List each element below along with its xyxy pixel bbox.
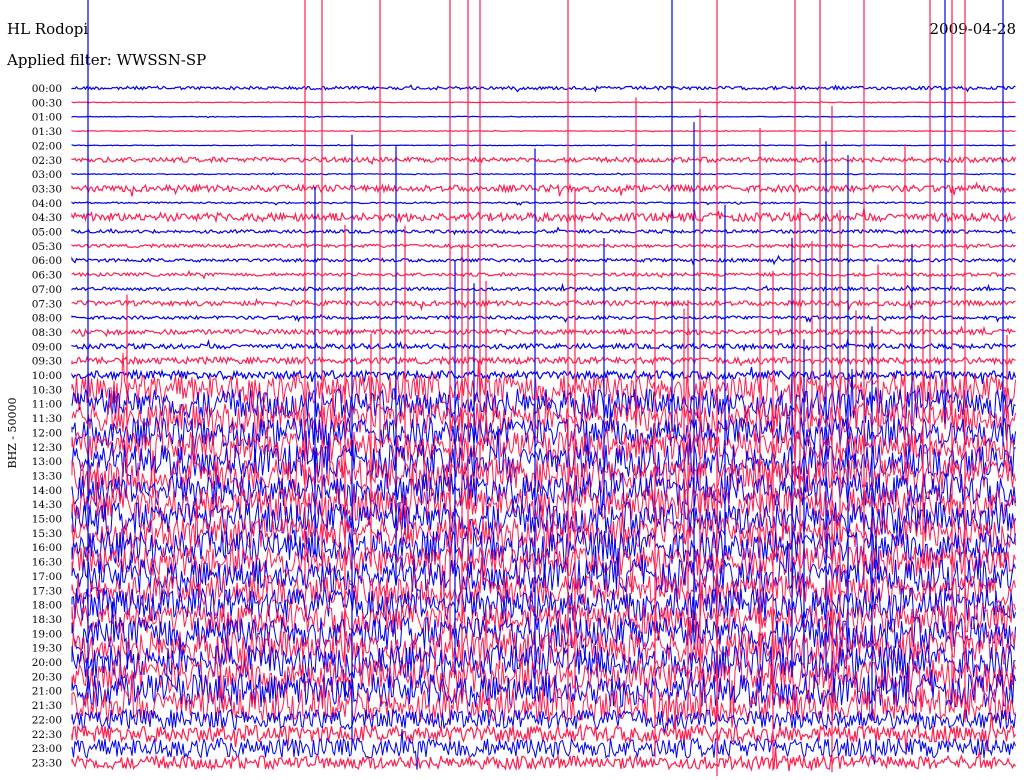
time-tick-label: 00:30 [32, 97, 62, 109]
time-tick-label: 06:00 [32, 255, 62, 267]
time-tick-label: 20:30 [32, 671, 62, 683]
time-tick-label: 23:00 [32, 743, 62, 755]
time-tick-label: 15:30 [32, 528, 62, 540]
time-tick-label: 11:30 [32, 413, 62, 425]
time-tick-label: 03:30 [32, 183, 62, 195]
trace-row [71, 355, 1016, 367]
time-tick-label: 02:30 [32, 155, 62, 167]
seismic-traces [71, 84, 1017, 772]
time-tick-label: 13:30 [32, 470, 62, 482]
trace-row [71, 269, 1016, 280]
trace-row [71, 746, 1016, 772]
trace-row [71, 129, 1016, 133]
time-tick-label: 19:00 [32, 628, 62, 640]
time-tick-label: 21:30 [32, 700, 62, 712]
trace-row [71, 201, 1016, 206]
time-tick-label: 09:00 [32, 341, 62, 353]
time-tick-label: 20:00 [32, 657, 62, 669]
trace-row [71, 181, 1016, 197]
time-tick-label: 19:30 [32, 643, 62, 655]
time-tick-label: 03:00 [32, 169, 62, 181]
time-tick-label: 05:30 [32, 241, 62, 253]
time-tick-label: 14:00 [32, 485, 62, 497]
trace-row [71, 155, 1017, 166]
time-tick-label: 04:00 [32, 198, 62, 210]
time-tick-label: 10:00 [32, 370, 62, 382]
time-tick-label: 09:30 [32, 356, 62, 368]
time-tick-label: 01:00 [32, 112, 62, 124]
time-tick-label: 01:30 [32, 126, 62, 138]
helicorder-plot: 00:00 00:30 01:00 01:30 02:00 02:30 03:00 03:30… [32, 0, 1017, 777]
time-tick-label: 02:00 [32, 140, 62, 152]
trace-row [71, 243, 1016, 250]
trace-row [71, 100, 1016, 104]
time-tick-label: 11:00 [32, 399, 62, 411]
time-tick-label: 07:00 [32, 284, 62, 296]
trace-row [71, 297, 1016, 312]
trace-row [71, 366, 1017, 384]
time-tick-label: 13:00 [32, 456, 62, 468]
trace-row [71, 143, 1016, 147]
trace-row [71, 171, 1016, 176]
trace-row [71, 368, 1016, 423]
trace-row [71, 226, 1016, 236]
time-tick-label: 10:30 [32, 384, 62, 396]
time-tick-label: 12:30 [32, 442, 62, 454]
time-tick-label: 12:00 [32, 427, 62, 439]
trace-row [71, 282, 1016, 293]
time-tick-label: 05:00 [32, 227, 62, 239]
time-tick-label: 16:30 [32, 557, 62, 569]
time-tick-label: 22:30 [32, 729, 62, 741]
trace-row [71, 254, 1017, 266]
trace-row [71, 208, 1016, 224]
time-tick-label: 16:00 [32, 542, 62, 554]
trace-row [71, 84, 1016, 93]
trace-row [71, 338, 1016, 353]
time-tick-label: 17:00 [32, 571, 62, 583]
time-tick-label: 18:00 [32, 600, 62, 612]
time-tick-label: 00:00 [32, 83, 62, 95]
time-tick-label: 04:30 [32, 212, 62, 224]
time-tick-label: 17:30 [32, 585, 62, 597]
trace-row [71, 115, 1016, 119]
trace-row [71, 325, 1016, 338]
time-tick-label: 14:30 [32, 499, 62, 511]
time-tick-label: 08:00 [32, 313, 62, 325]
time-tick-label: 07:30 [32, 298, 62, 310]
time-tick-label: 22:00 [32, 714, 62, 726]
time-tick-label: 18:30 [32, 614, 62, 626]
time-tick-label: 23:30 [32, 757, 62, 769]
time-tick-label: 08:30 [32, 327, 62, 339]
time-tick-label: 21:00 [32, 686, 62, 698]
time-tick-labels: 00:00 00:30 01:00 01:30 02:00 02:30 03:00 03:30… [32, 83, 62, 769]
trace-row [71, 608, 1016, 676]
trace-row [71, 313, 1016, 324]
time-tick-label: 06:30 [32, 270, 62, 282]
time-tick-label: 15:00 [32, 514, 62, 526]
